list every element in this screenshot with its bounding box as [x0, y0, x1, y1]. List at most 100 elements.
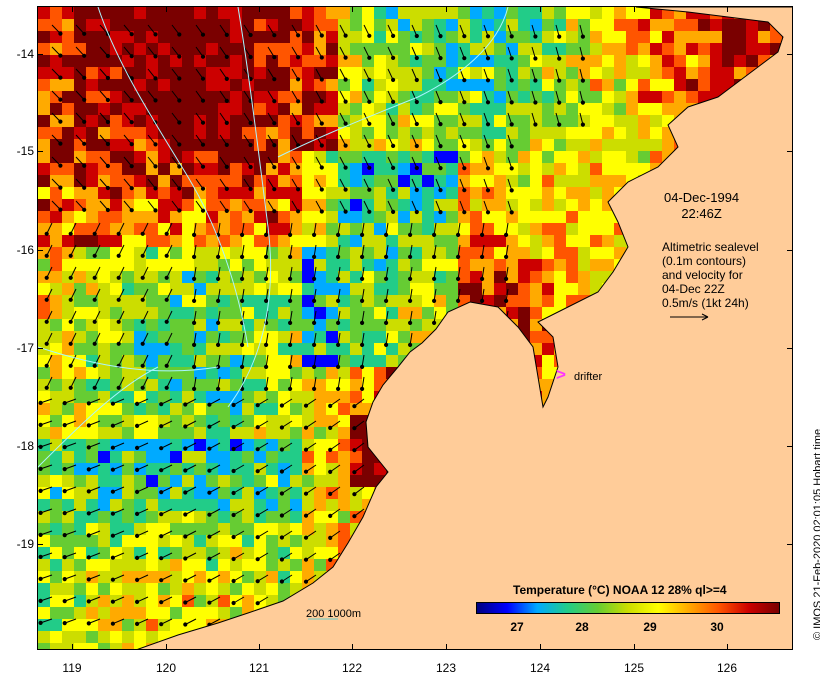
- sst-cell: [146, 523, 158, 535]
- sst-cell: [62, 475, 74, 487]
- sst-cell: [290, 19, 302, 31]
- sst-cell: [494, 235, 506, 247]
- sst-cell: [614, 31, 626, 43]
- sst-cell: [206, 19, 218, 31]
- sst-cell: [374, 211, 386, 223]
- lat-tick-mark: [37, 446, 43, 447]
- sst-cell: [170, 307, 182, 319]
- lat-tick-mark: [787, 54, 793, 55]
- sst-cell: [86, 19, 98, 31]
- velocity-arrow-head: [504, 298, 509, 303]
- sst-cell: [62, 19, 74, 31]
- velocity-arrow-head: [135, 577, 140, 583]
- sst-cell: [254, 547, 266, 559]
- velocity-arrow-head: [533, 78, 538, 83]
- sst-cell: [254, 211, 266, 223]
- sst-cell: [350, 163, 362, 175]
- sst-cell: [170, 403, 182, 415]
- velocity-arrow-head: [343, 77, 348, 82]
- sst-cell: [398, 139, 410, 151]
- sst-cell: [206, 199, 218, 211]
- velocity-arrow-head: [110, 599, 116, 604]
- velocity-arrow-head: [288, 276, 293, 281]
- sst-cell: [74, 7, 86, 19]
- sst-cell: [314, 43, 326, 55]
- velocity-arrow-head: [255, 425, 260, 430]
- sst-cell: [302, 547, 314, 559]
- sst-cell: [722, 19, 734, 31]
- velocity-arrow-head: [116, 253, 121, 258]
- sst-cell: [590, 199, 602, 211]
- sst-cell: [542, 343, 554, 355]
- velocity-arrow-head: [207, 468, 212, 473]
- sst-cell: [146, 79, 158, 91]
- sst-cell: [302, 355, 314, 367]
- sst-cell: [182, 559, 194, 571]
- velocity-arrow-head: [135, 401, 140, 406]
- sst-cell: [326, 307, 338, 319]
- sst-cell: [626, 67, 638, 79]
- velocity-arrow-head: [414, 33, 419, 39]
- sst-cell: [506, 19, 518, 31]
- velocity-arrow-head: [231, 490, 236, 496]
- sst-cell: [434, 271, 446, 283]
- sst-cell: [626, 31, 638, 43]
- sst-cell: [470, 19, 482, 31]
- lat-tick-mark: [37, 544, 43, 545]
- velocity-arrow-head: [272, 77, 277, 82]
- velocity-arrow-head: [164, 253, 169, 258]
- velocity-arrow-head: [192, 232, 197, 237]
- sst-cell: [50, 427, 62, 439]
- sst-cell: [86, 103, 98, 115]
- sst-cell: [398, 331, 410, 343]
- sst-cell: [146, 127, 158, 139]
- velocity-arrow-head: [360, 298, 365, 303]
- sst-cell: [158, 199, 170, 211]
- velocity-arrow-head: [240, 232, 245, 237]
- sst-cell: [566, 31, 578, 43]
- sst-cell: [542, 235, 554, 247]
- velocity-arrow-head: [224, 76, 229, 82]
- sst-cell: [134, 307, 146, 319]
- sst-cell: [626, 127, 638, 139]
- sst-cell: [518, 307, 530, 319]
- sst-cell: [266, 127, 278, 139]
- velocity-arrow-head: [140, 231, 145, 236]
- sst-cell: [134, 55, 146, 67]
- velocity-arrow-head: [68, 363, 73, 368]
- lat-tick-mark: [787, 446, 793, 447]
- sst-cell: [74, 43, 86, 55]
- sst-cell: [290, 451, 302, 463]
- sst-cell: [326, 19, 338, 31]
- velocity-arrow-head: [352, 404, 357, 409]
- sst-cell: [686, 67, 698, 79]
- sst-cell: [50, 487, 62, 499]
- sst-cell: [494, 151, 506, 163]
- velocity-arrow-head: [279, 403, 284, 408]
- velocity-arrow-head: [216, 298, 221, 303]
- sst-cell: [182, 127, 194, 139]
- sst-cell: [326, 259, 338, 271]
- sst-cell: [566, 235, 578, 247]
- sst-cell: [638, 19, 650, 31]
- sst-cell: [494, 139, 506, 151]
- sst-cell: [194, 163, 206, 175]
- sst-cell: [50, 271, 62, 283]
- sst-cell: [602, 151, 614, 163]
- sst-cell: [290, 199, 302, 211]
- sst-cell: [398, 163, 410, 175]
- sst-cell: [38, 367, 50, 379]
- sst-cell: [722, 43, 734, 55]
- velocity-arrow-head: [159, 622, 164, 627]
- sst-cell: [362, 19, 374, 31]
- velocity-arrow-head: [312, 386, 317, 391]
- sst-cell: [290, 535, 302, 547]
- lat-tick-mark: [37, 54, 43, 55]
- sst-cell: [326, 511, 338, 523]
- sst-cell: [542, 259, 554, 271]
- velocity-arrow-head: [240, 276, 245, 281]
- sst-cell: [446, 55, 458, 67]
- velocity-arrow-head: [248, 164, 253, 170]
- sst-cell: [590, 163, 602, 175]
- sst-cell: [74, 559, 86, 571]
